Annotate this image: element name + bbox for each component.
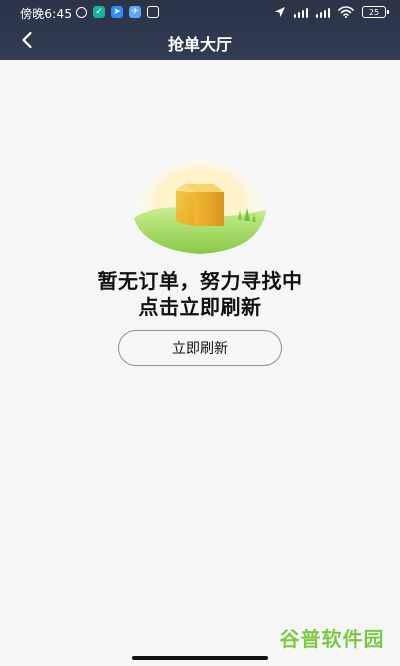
- top-bar: 傍晚6:45 ✓ ➤ ✈ 25 抢单大厅: [0, 0, 400, 60]
- app-icon-green: ✓: [93, 6, 105, 18]
- battery-level: 25: [368, 7, 380, 17]
- app-icon-lightblue: ✈: [129, 6, 141, 18]
- location-arrow-icon: [274, 3, 286, 22]
- status-time: 傍晚6:45: [20, 7, 73, 21]
- empty-state-text: 暂无订单，努力寻找中 点击立即刷新: [0, 268, 400, 320]
- watermark-text: 谷普软件园: [279, 626, 385, 651]
- home-indicator[interactable]: [132, 656, 268, 660]
- navigation-bar: 抢单大厅: [0, 24, 400, 60]
- app-icon-outline: [147, 6, 159, 18]
- status-icons-left: ✓ ➤ ✈: [76, 5, 159, 19]
- page-title: 抢单大厅: [167, 35, 232, 54]
- empty-box-illustration: [126, 160, 274, 256]
- status-icons-right: 25: [274, 3, 389, 22]
- hd-signal-icon: [294, 6, 308, 18]
- battery-icon: 25: [362, 6, 389, 18]
- refresh-button[interactable]: 立即刷新: [118, 330, 282, 366]
- empty-state-line1: 暂无订单，努力寻找中: [97, 269, 303, 293]
- app-icon-blue: ➤: [111, 6, 123, 18]
- refresh-button-label: 立即刷新: [172, 341, 228, 357]
- main-content: 暂无订单，努力寻找中 点击立即刷新 立即刷新 谷普软件园: [0, 60, 400, 666]
- hd-signal-icon: [316, 6, 330, 18]
- alarm-icon: [76, 6, 87, 18]
- empty-state-line2: 点击立即刷新: [138, 295, 262, 319]
- status-bar: 傍晚6:45 ✓ ➤ ✈ 25: [0, 0, 400, 24]
- wifi-icon: [338, 6, 354, 18]
- watermark-logo: 谷普软件园: [272, 620, 392, 654]
